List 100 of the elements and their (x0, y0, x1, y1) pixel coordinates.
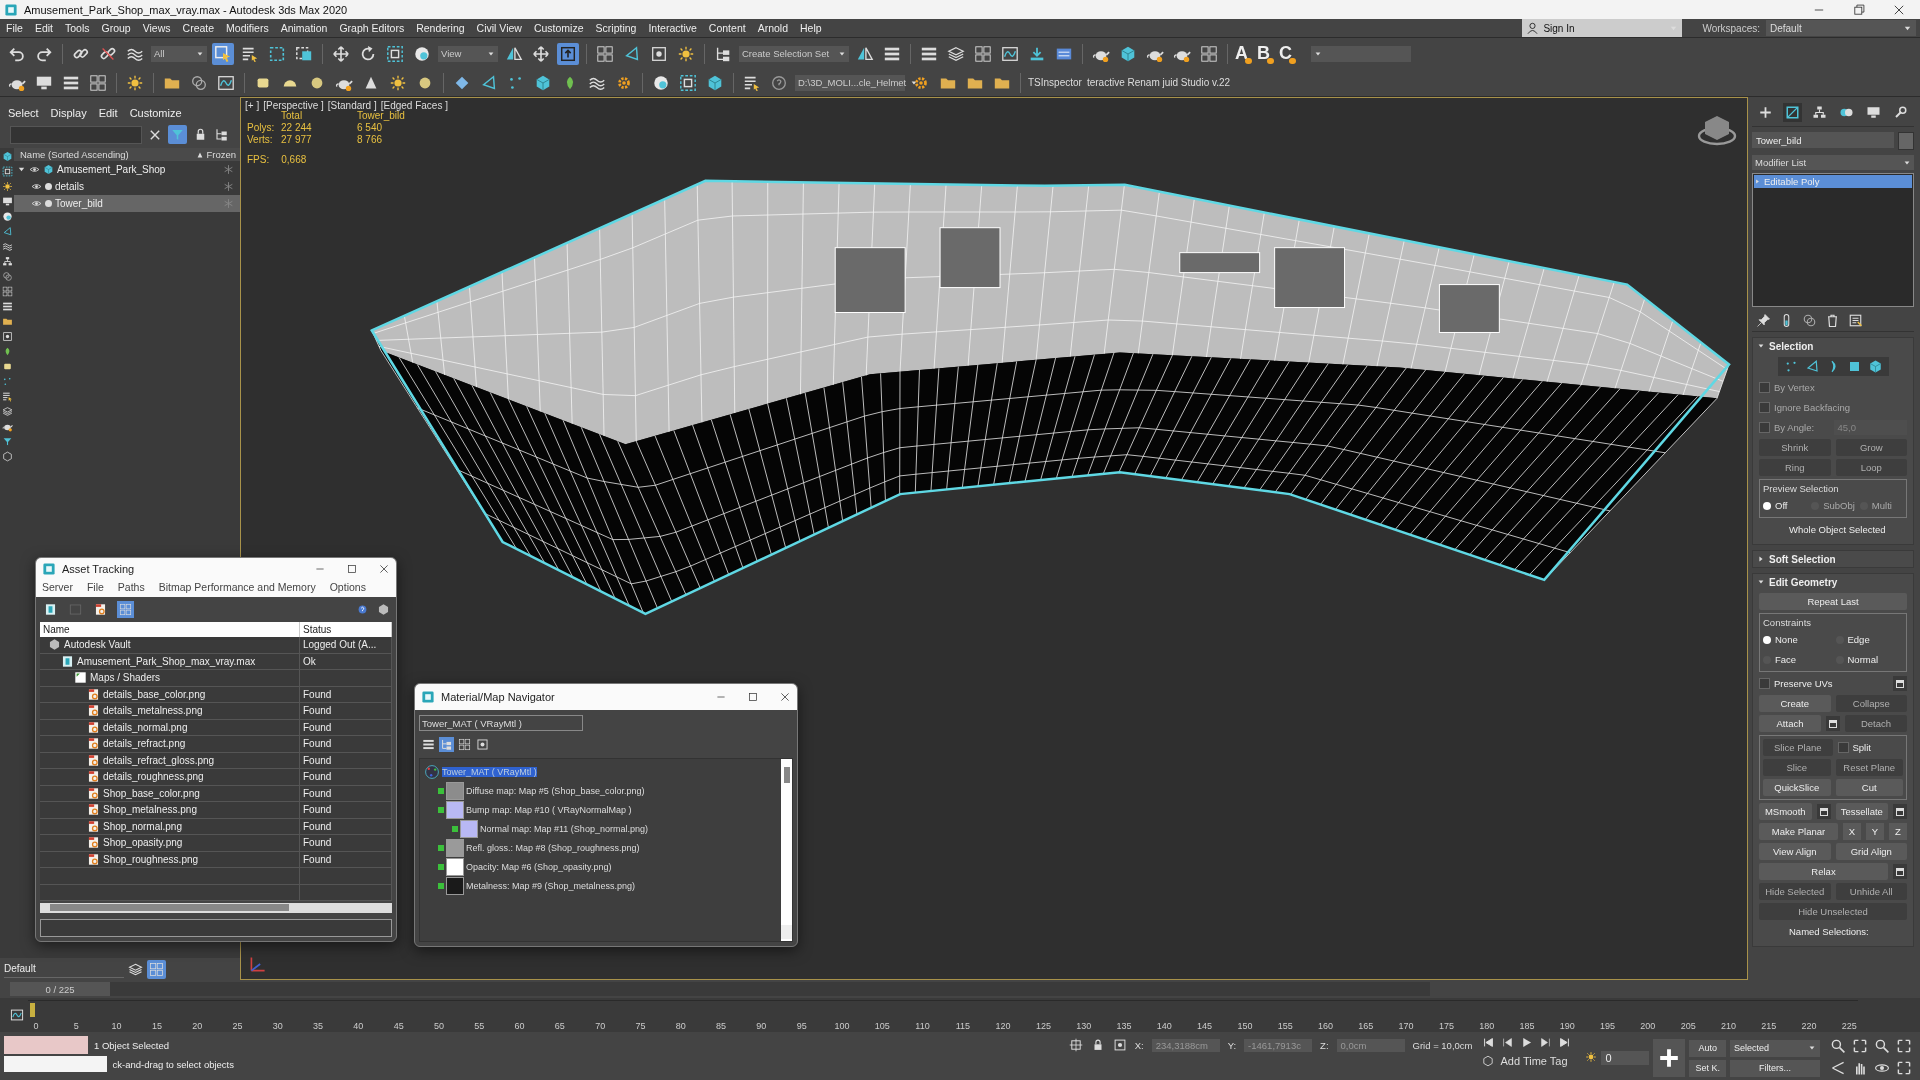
key-filter-dropdown[interactable]: Selected (1730, 1039, 1820, 1057)
edge-icon[interactable] (480, 73, 498, 92)
grid-icon[interactable] (89, 73, 107, 92)
material-tree-item[interactable]: Metalness: Map #9 (Shop_metalness.png) (466, 881, 636, 891)
set-key-mode-button[interactable]: Set K. (1689, 1059, 1726, 1077)
select-by-name-icon[interactable] (1, 391, 13, 402)
monitor-icon[interactable] (1866, 105, 1881, 120)
image-file-icon[interactable] (94, 603, 107, 617)
sign-in-dropdown[interactable]: Sign In (1522, 19, 1683, 37)
script-listener-field[interactable] (4, 1036, 88, 1054)
selection-region-icon[interactable] (268, 44, 286, 63)
asset-name[interactable]: Maps / Shaders (90, 672, 161, 684)
material-tree-item[interactable]: Tower_MAT ( VRayMtl ) (442, 767, 537, 777)
pin-icon[interactable] (1756, 313, 1771, 328)
field-of-view-icon[interactable] (1830, 1060, 1846, 1076)
column-header[interactable]: Name (40, 622, 300, 638)
menu-item[interactable]: Help (794, 22, 828, 34)
sun-icon[interactable] (126, 73, 144, 92)
grid-icon[interactable] (974, 44, 992, 63)
window-crossing-icon[interactable] (295, 44, 313, 63)
material-tree-item[interactable]: Bump map: Map #10 ( VRayNormalMap ) (466, 805, 632, 815)
tag-icon[interactable] (1482, 1055, 1495, 1067)
viewport-label[interactable]: [Standard ] (327, 100, 377, 111)
menu-item[interactable]: Create (176, 22, 221, 34)
time-slider-thumb[interactable]: 0 / 225 (10, 982, 110, 996)
sun-icon[interactable] (389, 73, 407, 92)
menu-item[interactable]: Server (42, 581, 73, 594)
move-icon[interactable] (532, 44, 550, 63)
mirror-icon[interactable] (505, 44, 523, 63)
grid-icon[interactable] (596, 44, 614, 63)
cube-icon[interactable] (1, 151, 13, 162)
maximize-viewport-icon[interactable] (1896, 1060, 1912, 1076)
explorer-menu-item[interactable]: Display (50, 107, 87, 119)
edge-icon[interactable] (1804, 359, 1820, 374)
menu-item[interactable]: Options (329, 581, 366, 594)
add-time-tag[interactable]: Add Time Tag (1500, 1055, 1568, 1067)
layers-icon[interactable] (128, 961, 143, 977)
asset-name[interactable]: Shop_opasity.png (103, 837, 183, 849)
command-button[interactable]: Tessellate (1835, 803, 1888, 820)
maximize-viewport-icon[interactable] (1852, 1038, 1868, 1054)
list-icon[interactable] (1, 301, 13, 312)
viewport-label[interactable]: [+ ] (245, 100, 260, 111)
asset-name[interactable]: Shop_roughness.png (103, 853, 199, 865)
command-button[interactable]: Create (1759, 695, 1831, 712)
rollout-header[interactable]: Soft Selection (1753, 551, 1913, 567)
radio-button[interactable]: Normal (1835, 654, 1903, 665)
wrench-icon[interactable] (1893, 105, 1908, 120)
select-object-icon[interactable] (214, 44, 232, 63)
selection-filter-dropdown[interactable]: All (151, 45, 207, 62)
asset-name[interactable]: Autodesk Vault (64, 639, 131, 651)
hierarchy-icon[interactable] (1, 256, 13, 267)
mirror-icon[interactable] (856, 44, 874, 63)
snowflake-icon[interactable] (223, 164, 234, 175)
previous-frame-icon[interactable] (1501, 1036, 1515, 1049)
configure-icon[interactable] (1848, 313, 1863, 328)
radio-button[interactable]: None (1763, 634, 1831, 645)
sun-icon[interactable] (1585, 1051, 1598, 1063)
menu-item[interactable]: Content (702, 22, 752, 34)
cube-icon[interactable] (706, 73, 724, 92)
layers-icon[interactable] (1, 406, 13, 417)
square-icon[interactable] (1, 361, 13, 372)
command-button[interactable]: Make Planar (1759, 823, 1838, 840)
element-icon[interactable] (1867, 359, 1883, 374)
layers-icon[interactable] (947, 44, 965, 63)
asset-name[interactable]: Shop_metalness.png (103, 804, 197, 816)
checkbox[interactable]: Split (1837, 742, 1903, 753)
key-filters-button[interactable]: Filters... (1730, 1059, 1820, 1077)
settings-button[interactable] (1826, 716, 1840, 731)
folder-icon[interactable] (1, 316, 13, 327)
sphere-icon[interactable] (652, 73, 670, 92)
list-icon[interactable] (422, 738, 435, 751)
grid-icon[interactable] (1, 286, 13, 297)
maximize-viewport-icon[interactable] (1896, 1038, 1912, 1054)
hierarchy-view-icon[interactable] (214, 127, 229, 142)
asset-name[interactable]: details_base_color.png (103, 688, 206, 700)
asset-name[interactable]: details_normal.png (103, 721, 188, 733)
scale-icon[interactable] (386, 44, 404, 63)
menu-item[interactable]: File (0, 22, 29, 34)
sphere-icon[interactable] (413, 44, 431, 63)
settings-button[interactable] (1893, 804, 1907, 819)
object-name-field[interactable]: Tower_bild (1752, 132, 1894, 148)
menu-item[interactable]: Civil View (470, 22, 528, 34)
element-icon[interactable] (534, 73, 552, 92)
material-tree-item[interactable]: Diffuse map: Map #5 (Shop_base_color.png) (466, 786, 645, 796)
grid-icon[interactable] (458, 738, 471, 751)
command-button[interactable]: Grid Align (1835, 843, 1907, 860)
explorer-menu-item[interactable]: Customize (129, 107, 182, 119)
script-button[interactable]: TSInspector (1028, 77, 1082, 88)
grid-icon[interactable] (1200, 44, 1218, 63)
move-icon[interactable] (332, 44, 350, 63)
scene-object-row[interactable]: details (14, 178, 240, 195)
go-to-start-icon[interactable] (1482, 1036, 1496, 1049)
filter-icon[interactable] (1, 436, 13, 447)
asset-name[interactable]: details_metalness.png (103, 705, 203, 717)
menu-item[interactable]: Scripting (589, 22, 643, 34)
monitor-icon[interactable] (1, 196, 13, 207)
column-header[interactable]: Name (Sorted Ascending) (20, 149, 129, 160)
eye-icon[interactable] (31, 181, 42, 192)
workspace-dropdown[interactable]: Default (1766, 20, 1916, 36)
cube-icon[interactable] (1119, 44, 1137, 63)
